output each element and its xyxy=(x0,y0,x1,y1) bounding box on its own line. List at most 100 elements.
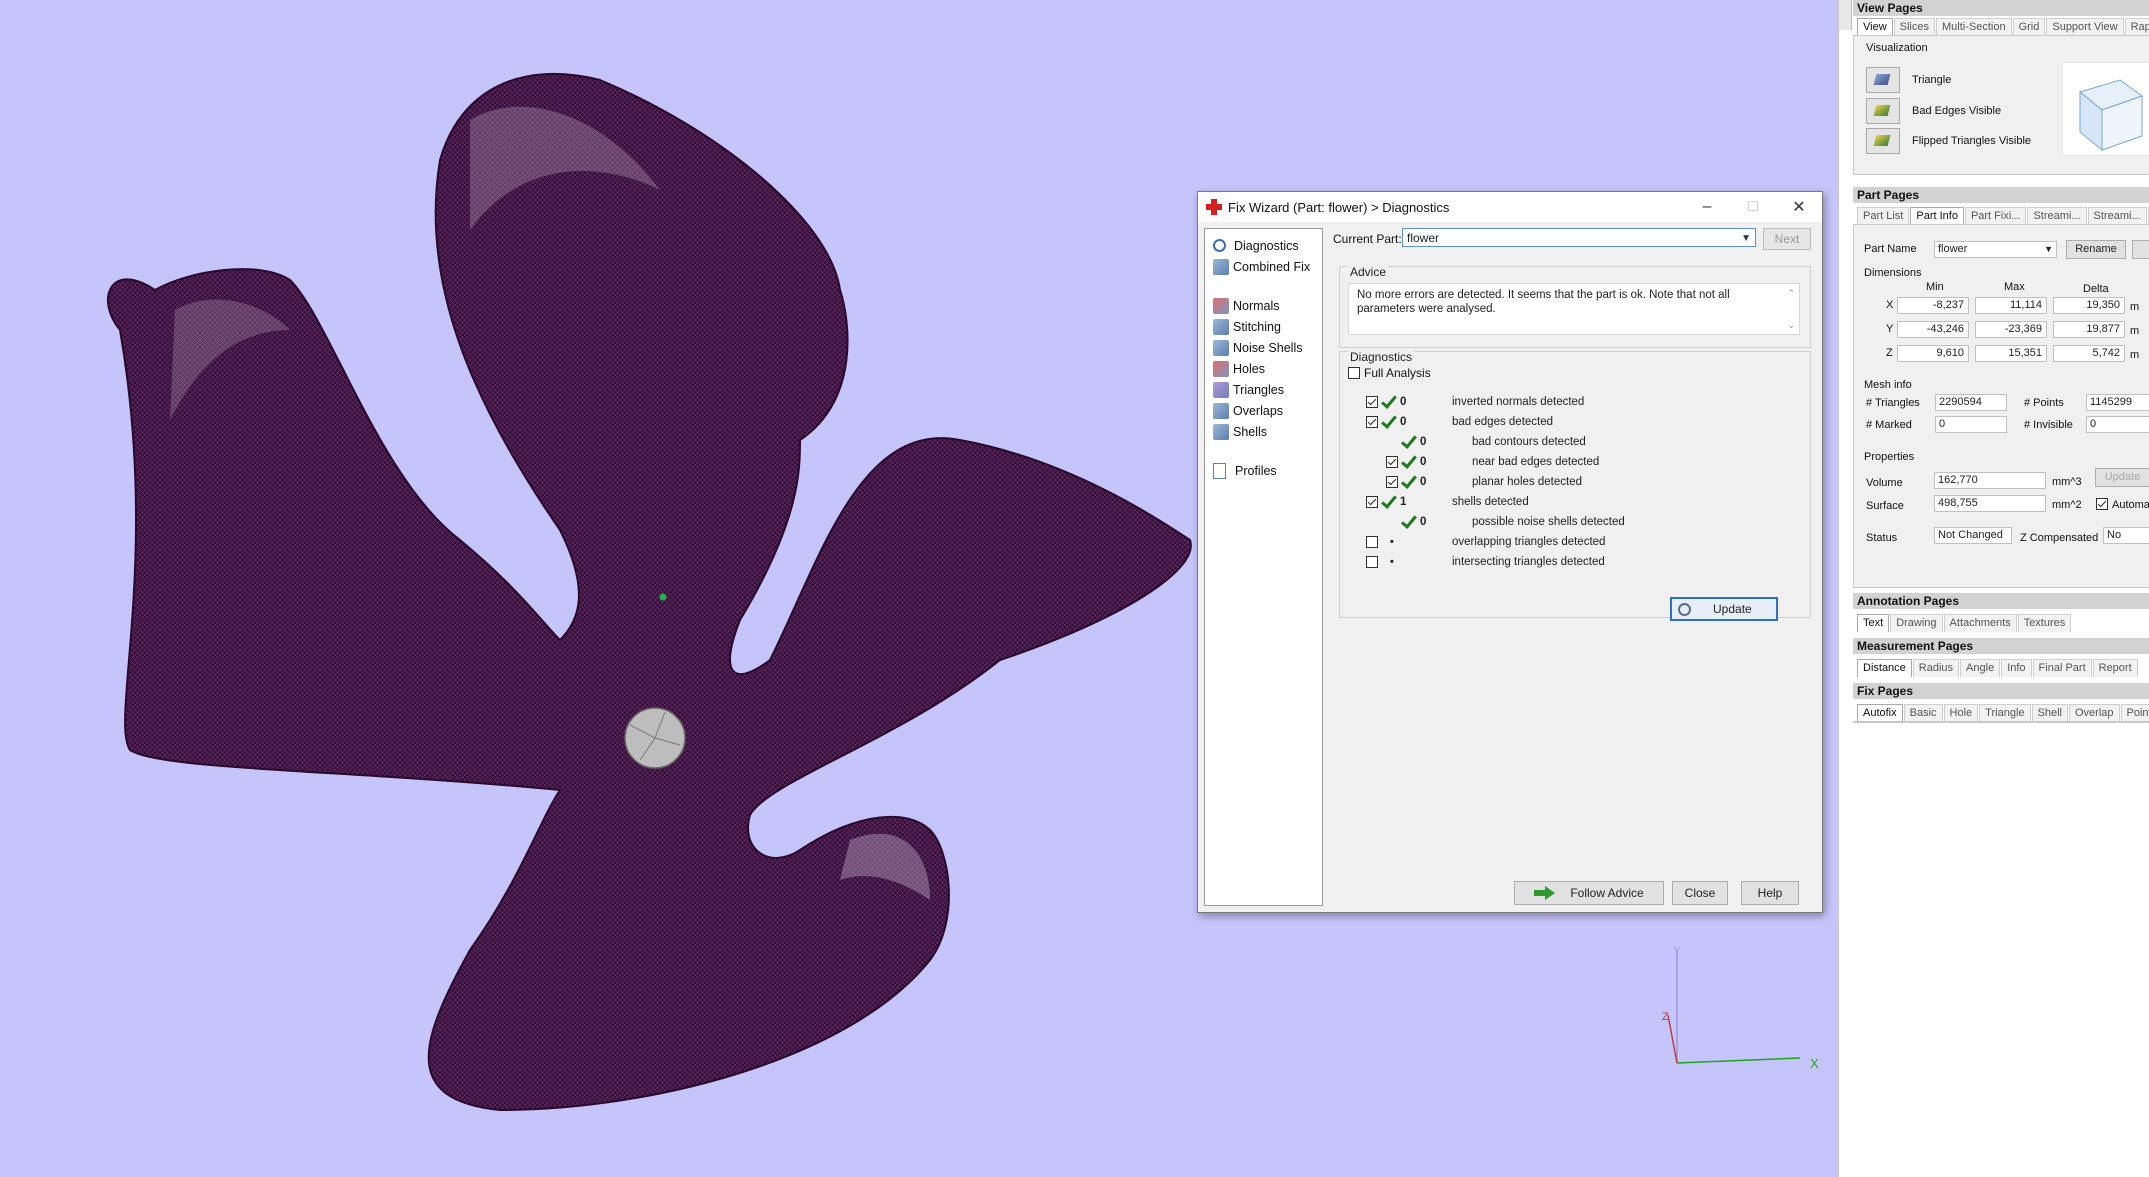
row-count: 0 xyxy=(1400,416,1407,428)
nav-item-triangles[interactable]: Triangles xyxy=(1205,379,1322,400)
volume-unit: mm^3 xyxy=(2052,476,2082,488)
tab-radius[interactable]: Radius xyxy=(1912,659,1960,677)
nav-item-overlaps[interactable]: Overlaps xyxy=(1205,400,1322,421)
tab-basic[interactable]: Basic xyxy=(1903,704,1943,722)
tab-shell[interactable]: Shell xyxy=(2031,704,2068,722)
dim-x-min: -8,237 xyxy=(1897,297,1969,314)
row-checkbox[interactable] xyxy=(1366,416,1378,428)
row-text: intersecting triangles detected xyxy=(1452,556,1605,568)
diag-row-noise-shells: 0 possible noise shells detected xyxy=(1366,512,1796,532)
tab-multi-section[interactable]: Multi-Section xyxy=(1936,18,2012,36)
tab-angle[interactable]: Angle xyxy=(1960,659,2001,677)
nav-item-stitching[interactable]: Stitching xyxy=(1205,316,1322,337)
row-text: bad contours detected xyxy=(1472,436,1586,448)
tab-hole[interactable]: Hole xyxy=(1943,704,1979,722)
tab-info[interactable]: Info xyxy=(2001,659,2032,677)
update-button[interactable]: Update xyxy=(1670,597,1778,621)
tab-autofix[interactable]: Autofix xyxy=(1857,704,1903,722)
row-checkbox[interactable] xyxy=(1386,456,1398,468)
row-count: 0 xyxy=(1420,516,1427,528)
vertical-toolbar-strip[interactable] xyxy=(1839,0,1852,30)
current-part-value: flower xyxy=(1407,231,1440,245)
green-check-icon xyxy=(1400,515,1416,529)
red-cross-icon xyxy=(1206,199,1222,215)
z-compensated-label: Z Compensated xyxy=(2020,532,2099,544)
measurement-pages-tabs: Distance Radius Angle Info Final Part Re… xyxy=(1857,659,2139,677)
nav-item-holes[interactable]: Holes xyxy=(1205,358,1322,379)
part-pages-header[interactable]: Part Pages xyxy=(1853,187,2149,203)
row-text: shells detected xyxy=(1452,496,1529,508)
nav-item-normals[interactable]: Normals xyxy=(1205,295,1322,316)
bad-edges-button[interactable] xyxy=(1866,98,1900,124)
flipped-triangles-button[interactable] xyxy=(1866,128,1900,154)
row-checkbox[interactable] xyxy=(1366,556,1378,568)
rename-button[interactable]: Rename xyxy=(2066,240,2126,259)
view-pages-header[interactable]: View Pages xyxy=(1853,0,2149,16)
update-properties-button[interactable]: Update xyxy=(2095,468,2149,487)
tab-point[interactable]: Point xyxy=(2120,704,2149,722)
row-checkbox[interactable] xyxy=(1366,536,1378,548)
row-checkbox[interactable] xyxy=(1366,396,1378,408)
invisible-label: # Invisible xyxy=(2024,419,2073,431)
follow-advice-button[interactable]: Follow Advice xyxy=(1514,881,1664,905)
row-checkbox[interactable] xyxy=(1366,496,1378,508)
nav-item-noise-shells[interactable]: Noise Shells xyxy=(1205,337,1322,358)
more-button[interactable] xyxy=(2132,240,2149,259)
status-label: Status xyxy=(1866,532,1898,544)
cube-red-icon xyxy=(1213,297,1229,314)
current-part-select[interactable]: flower ▼ xyxy=(1402,228,1756,247)
tab-attachments[interactable]: Attachments xyxy=(1943,614,2017,632)
tab-support-view[interactable]: Support View xyxy=(2046,18,2124,36)
help-button[interactable]: Help xyxy=(1741,881,1799,905)
part-name-field[interactable]: flower ▼ xyxy=(1934,241,2057,258)
full-analysis-checkbox[interactable]: Full Analysis xyxy=(1348,366,1431,380)
nav-item-profiles[interactable]: Profiles xyxy=(1205,460,1322,481)
tab-grid[interactable]: Grid xyxy=(2012,18,2046,36)
maximize-button[interactable]: □ xyxy=(1730,192,1776,222)
green-check-icon xyxy=(1400,455,1416,469)
tab-text[interactable]: Text xyxy=(1857,614,1890,632)
tab-rapidfit[interactable]: Rapidfi xyxy=(2124,18,2149,36)
tab-overlap[interactable]: Overlap xyxy=(2068,704,2120,722)
tab-distance[interactable]: Distance xyxy=(1857,659,1912,677)
tab-part-fixing[interactable]: Part Fixi... xyxy=(1964,207,2027,225)
dialog-titlebar[interactable]: Fix Wizard (Part: flower) > Diagnostics … xyxy=(1198,192,1822,222)
close-window-button[interactable]: ✕ xyxy=(1776,192,1822,222)
green-check-icon xyxy=(1380,395,1396,409)
flower-mesh-body[interactable] xyxy=(106,72,1192,1112)
row-checkbox[interactable] xyxy=(1386,476,1398,488)
tab-triangle[interactable]: Triangle xyxy=(1979,704,2031,722)
cube-purple-icon xyxy=(1213,381,1229,398)
automatic-checkbox[interactable] xyxy=(2096,498,2108,510)
full-analysis-box[interactable] xyxy=(1348,367,1360,379)
scroll-down-icon[interactable]: ⌄ xyxy=(1787,318,1795,332)
nav-item-combined-fix[interactable]: Combined Fix xyxy=(1205,256,1322,277)
tab-view[interactable]: View xyxy=(1857,18,1893,36)
nav-item-shells[interactable]: Shells xyxy=(1205,421,1322,442)
nav-item-diagnostics[interactable]: Diagnostics xyxy=(1205,235,1322,256)
scroll-up-icon[interactable]: ⌃ xyxy=(1787,286,1795,300)
chevron-down-icon: ▼ xyxy=(1741,233,1751,244)
tab-part-list[interactable]: Part List xyxy=(1857,207,1910,225)
diagnostics-group: Diagnostics Full Analysis 0 inverted nor… xyxy=(1339,350,1811,621)
tab-slices[interactable]: Slices xyxy=(1893,18,1935,36)
diag-row-bad-edges: 0 bad edges detected xyxy=(1366,412,1796,432)
dialog-title: Fix Wizard (Part: flower) > Diagnostics xyxy=(1228,199,1450,215)
tab-report[interactable]: Report xyxy=(2092,659,2138,677)
tab-part-info[interactable]: Part Info xyxy=(1910,207,1964,225)
minimize-button[interactable]: – xyxy=(1684,192,1730,222)
annotation-pages-header[interactable]: Annotation Pages xyxy=(1853,593,2149,609)
close-button[interactable]: Close xyxy=(1672,881,1728,905)
part-info-body: Part Name flower ▼ Rename Dimensions Min… xyxy=(1853,224,2149,588)
tab-streaming-2[interactable]: Streami... xyxy=(2087,207,2147,225)
tab-drawing[interactable]: Drawing xyxy=(1890,614,1943,632)
measurement-pages-header[interactable]: Measurement Pages xyxy=(1853,638,2149,654)
fix-pages-header[interactable]: Fix Pages xyxy=(1853,683,2149,699)
tab-streaming-1[interactable]: Streami... xyxy=(2027,207,2087,225)
view-cube-icon[interactable] xyxy=(2062,62,2149,156)
next-button[interactable]: Next xyxy=(1763,228,1811,250)
dim-x-max: 11,114 xyxy=(1975,297,2047,314)
tab-final-part[interactable]: Final Part xyxy=(2032,659,2092,677)
tab-textures[interactable]: Textures xyxy=(2017,614,2072,632)
triangle-mode-button[interactable] xyxy=(1866,67,1900,93)
